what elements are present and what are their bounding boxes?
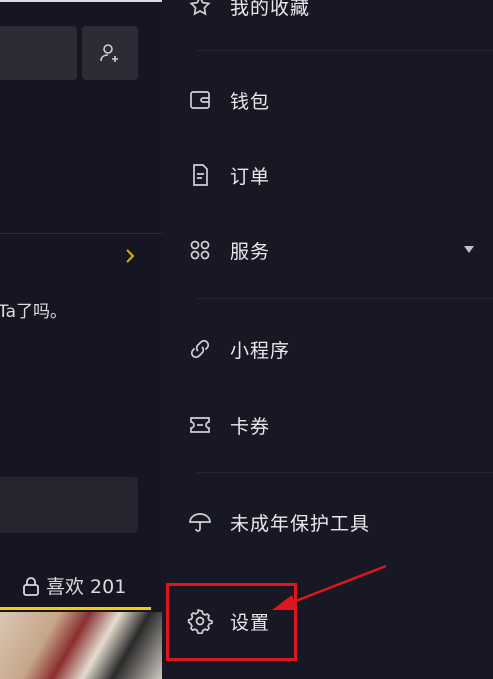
grid-icon (186, 236, 214, 264)
background-card (0, 477, 138, 533)
menu-item-minor-protection[interactable]: 未成年保护工具 (186, 502, 370, 542)
lock-icon (23, 576, 39, 596)
side-drawer: 我的收藏 钱包 订单 服务 小程序 卡券 未成年保护工具 设置 (162, 0, 493, 679)
menu-item-label: 订单 (230, 165, 271, 188)
top-divider (0, 0, 162, 2)
menu-item-favorites[interactable]: 我的收藏 (186, 0, 310, 26)
menu-item-label: 钱包 (230, 90, 271, 113)
star-icon (186, 0, 214, 20)
edit-profile-button[interactable] (0, 26, 77, 80)
chevron-down-icon[interactable] (464, 246, 474, 253)
active-tab-indicator (0, 607, 151, 610)
menu-item-label: 卡券 (230, 415, 271, 438)
mini-program-icon (186, 335, 214, 363)
order-icon (186, 161, 214, 189)
likes-tab-label: 喜欢 201 (46, 576, 127, 598)
divider (197, 472, 493, 473)
divider (197, 50, 493, 51)
highlight-box (166, 583, 297, 661)
partial-message-text: Ta了吗。 (0, 302, 67, 322)
profile-background: Ta了吗。 喜欢 201 (0, 0, 162, 679)
menu-item-label: 服务 (230, 240, 271, 263)
tab-likes[interactable]: 喜欢 201 (22, 572, 126, 599)
umbrella-icon (186, 508, 214, 536)
wallet-icon (186, 86, 214, 114)
menu-item-label: 未成年保护工具 (230, 512, 371, 535)
menu-item-label: 小程序 (230, 339, 291, 362)
menu-item-coupons[interactable]: 卡券 (186, 405, 270, 445)
menu-item-wallet[interactable]: 钱包 (186, 80, 270, 120)
section-divider (0, 233, 162, 234)
add-friend-button[interactable] (82, 26, 138, 80)
video-thumbnail[interactable] (0, 612, 162, 679)
divider (197, 298, 493, 299)
menu-item-orders[interactable]: 订单 (186, 155, 270, 195)
chevron-right-icon[interactable] (123, 246, 137, 266)
coupon-icon (186, 411, 214, 439)
menu-item-services[interactable]: 服务 (186, 230, 270, 270)
add-friend-icon (100, 44, 118, 62)
menu-item-mini-programs[interactable]: 小程序 (186, 329, 290, 369)
menu-item-label: 我的收藏 (230, 0, 311, 19)
